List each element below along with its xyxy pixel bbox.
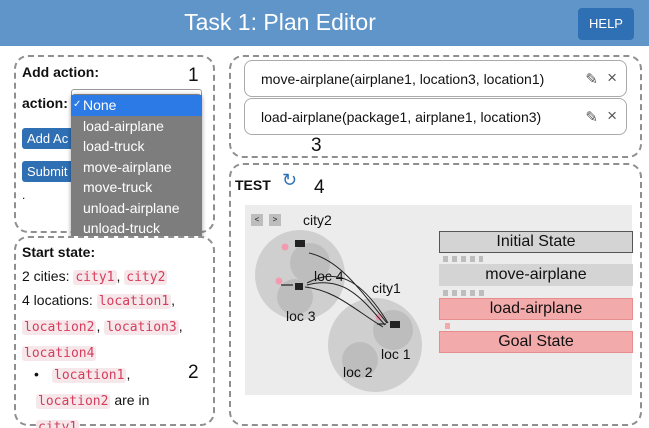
add-action-button[interactable]: Add Ac [22, 128, 74, 149]
add-action-heading: Add action: [22, 64, 99, 80]
start-state-heading: Start state: [22, 244, 96, 260]
plan-action-text: move-airplane(airplane1, location3, loca… [261, 71, 545, 87]
dropdown-option-unload-airplane[interactable]: unload-airplane [71, 198, 202, 219]
truck-icon [390, 321, 400, 328]
action-label: action: [22, 95, 68, 111]
refresh-icon[interactable]: ↻ [282, 170, 297, 191]
plan-action-row[interactable]: load-airplane(package1, airplane1, locat… [244, 98, 627, 135]
state-progress-ticks [443, 256, 483, 262]
package-dot [375, 313, 383, 321]
panel-number-4: 4 [314, 177, 325, 198]
map-graphic [255, 230, 422, 392]
pencil-icon[interactable]: ✎ [585, 108, 598, 126]
bullet-item: • location1, location2 are in city1 [34, 362, 186, 428]
loc2-label: loc 2 [343, 364, 373, 380]
test-visualization: < > city2 city1 loc 4 loc 3 loc 1 loc 2 … [245, 205, 633, 395]
state-progress-ticks [443, 290, 487, 296]
dropdown-option-move-truck[interactable]: move-truck [71, 177, 202, 198]
state-initial[interactable]: Initial State [439, 231, 633, 253]
plan-action-row[interactable]: move-airplane(airplane1, location3, loca… [244, 60, 627, 97]
state-goal[interactable]: Goal State [439, 331, 633, 353]
location-tag: location4 [22, 346, 97, 361]
cities-line: 2 cities: city1, city2 [22, 268, 168, 285]
airplane-icon [295, 283, 303, 290]
package-dot [281, 243, 289, 251]
help-button[interactable]: HELP [578, 8, 634, 40]
state-move-airplane[interactable]: move-airplane [439, 264, 633, 286]
location-tag: location1 [52, 368, 127, 383]
dropdown-option-load-airplane[interactable]: load-airplane [71, 116, 202, 137]
location-tag: location3 [104, 320, 179, 335]
panel-number-3: 3 [311, 135, 322, 156]
city-tag: city1 [36, 420, 80, 428]
submit-button[interactable]: Submit [22, 161, 74, 182]
dropdown-option-load-truck[interactable]: load-truck [71, 136, 202, 157]
city2-label: city2 [303, 212, 332, 228]
page-title: Task 1: Plan Editor [184, 9, 376, 35]
location-tag: location1 [96, 294, 172, 309]
city1-label: city1 [372, 280, 401, 296]
close-icon[interactable]: × [607, 68, 617, 88]
location-tag: location2 [22, 320, 97, 335]
action-dropdown-menu[interactable]: ✓ None load-airplane load-truck move-air… [71, 94, 202, 242]
state-progress-tick [445, 323, 450, 329]
city-tag: city2 [124, 270, 168, 285]
loc4-label: loc 4 [314, 268, 344, 284]
city-tag: city1 [73, 270, 117, 285]
close-icon[interactable]: × [607, 106, 617, 126]
test-label: TEST [235, 177, 271, 193]
check-icon: ✓ [73, 99, 82, 110]
loc1-label: loc 1 [381, 346, 411, 362]
dropdown-option-none[interactable]: ✓ None [71, 95, 202, 116]
truck-icon [295, 240, 305, 247]
panel-number-1: 1 [188, 65, 199, 86]
dot-mark: . [22, 188, 26, 202]
state-load-airplane[interactable]: load-airplane [439, 298, 633, 320]
location-tag: location2 [36, 394, 111, 409]
package-dot [275, 277, 283, 285]
loc3-label: loc 3 [286, 308, 316, 324]
bullet-dot: • [34, 366, 39, 382]
header-bar: Task 1: Plan Editor HELP [0, 0, 649, 46]
plan-action-text: load-airplane(package1, airplane1, locat… [261, 109, 542, 125]
pencil-icon[interactable]: ✎ [585, 70, 598, 88]
dropdown-option-move-airplane[interactable]: move-airplane [71, 157, 202, 178]
locations-line: 4 locations: location1, location2, locat… [22, 292, 183, 361]
